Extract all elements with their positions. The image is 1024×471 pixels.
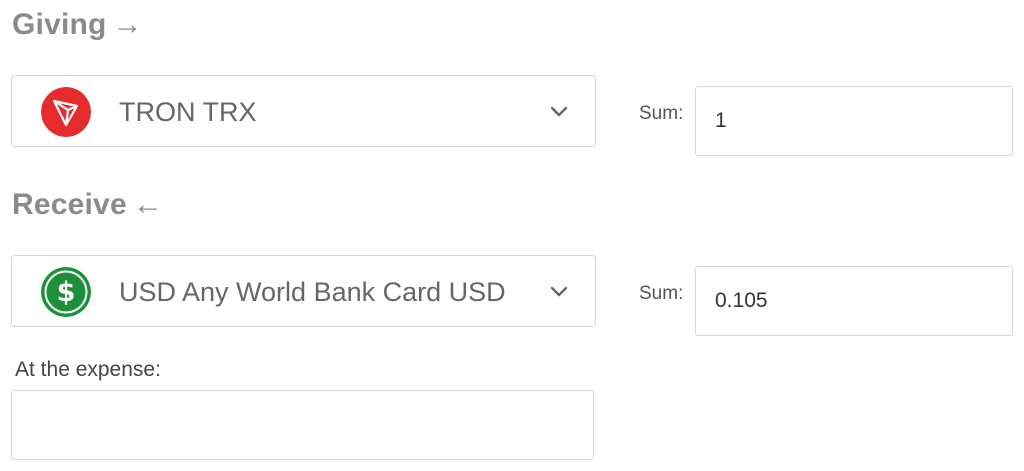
left-arrow-icon: ← [132,188,164,221]
dollar-icon: $ [41,267,91,317]
receive-sum-input[interactable] [695,266,1013,336]
expense-input[interactable] [11,390,594,460]
svg-text:$: $ [57,277,76,308]
right-arrow-icon: → [112,8,143,41]
receive-currency-select[interactable]: $ USD Any World Bank Card USD [11,255,596,327]
giving-sum-label: Sum: [639,103,684,124]
chevron-down-icon[interactable] [549,102,569,122]
giving-sum-input[interactable] [695,86,1013,156]
tron-icon [41,87,91,137]
giving-heading-text: Giving [12,8,107,41]
receive-currency-label: USD Any World Bank Card USD [119,277,506,307]
giving-heading: Giving → [12,8,143,42]
chevron-down-icon[interactable] [549,282,569,302]
expense-label: At the expense: [15,358,161,381]
receive-sum-label: Sum: [639,283,684,304]
giving-currency-select[interactable]: TRON TRX [11,75,596,147]
receive-heading: Receive ← [12,188,163,222]
receive-heading-text: Receive [12,188,127,221]
giving-currency-label: TRON TRX [119,97,257,127]
